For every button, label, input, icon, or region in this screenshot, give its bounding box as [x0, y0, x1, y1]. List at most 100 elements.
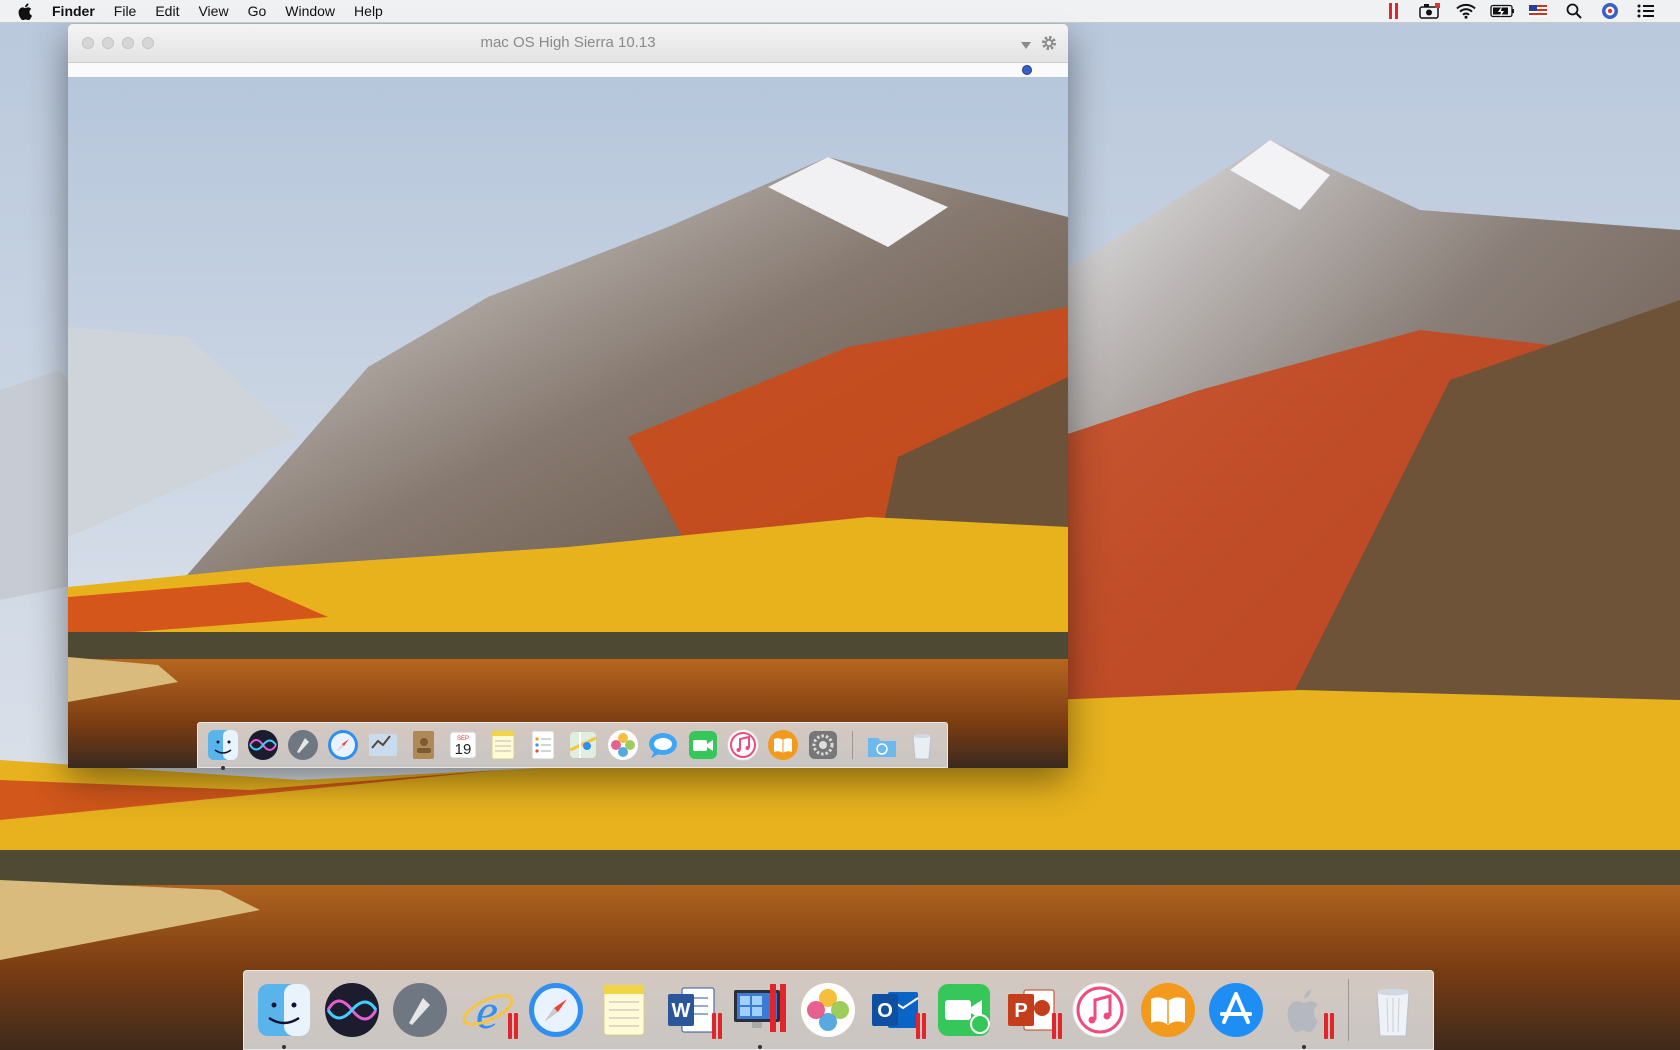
calendar-icon: SEP19	[449, 731, 477, 759]
dock-item-app-store[interactable]	[1206, 979, 1266, 1041]
photos-icon	[608, 730, 638, 760]
facetime-icon	[938, 984, 990, 1036]
parallels-icon[interactable]	[1382, 2, 1406, 20]
notes-icon	[603, 984, 645, 1036]
dock-item-parallels-desktop[interactable]	[730, 979, 790, 1049]
running-indicator	[282, 1045, 286, 1049]
dock-item-maps[interactable]	[566, 728, 600, 762]
dock-item-system-preferences[interactable]	[806, 728, 840, 762]
parallels-badge-icon	[712, 1013, 724, 1039]
itunes-icon	[727, 729, 759, 761]
chevron-down-icon[interactable]	[1020, 37, 1032, 55]
powerpoint-letter: P	[1014, 1000, 1027, 1022]
vm-status-icon[interactable]	[1022, 65, 1032, 75]
apple-menu-icon[interactable]	[18, 2, 38, 20]
menu-app-finder[interactable]: Finder	[52, 0, 95, 22]
contacts-icon	[413, 731, 434, 759]
dock-item-powerpoint[interactable]: P	[1002, 979, 1062, 1041]
dock-item-internet-explorer[interactable]: e	[458, 979, 518, 1041]
dock-item-apple-boot-camp[interactable]	[1274, 979, 1336, 1049]
photos-icon	[801, 983, 855, 1037]
menu-bar: Finder File Edit View Go Window Help	[0, 0, 1680, 23]
dock-item-launchpad[interactable]	[286, 728, 320, 762]
us-flag-icon[interactable]	[1526, 2, 1550, 20]
itunes-icon	[1072, 982, 1128, 1038]
vm-dock: SEP 19	[197, 722, 948, 770]
gear-icon[interactable]	[1040, 34, 1058, 57]
dock-item-notes[interactable]	[486, 728, 520, 762]
dock-separator	[852, 731, 853, 759]
facetime-icon	[689, 731, 717, 759]
dock-item-safari[interactable]	[526, 979, 586, 1041]
dock-item-facetime[interactable]	[934, 979, 994, 1041]
dock-item-finder[interactable]	[254, 979, 314, 1049]
dock-item-messages[interactable]	[646, 728, 680, 762]
vm-window-titlebar[interactable]: mac OS High Sierra 10.13	[68, 24, 1068, 63]
app-store-icon	[1209, 983, 1263, 1037]
dock-item-launchpad[interactable]	[390, 979, 450, 1041]
running-indicator	[1302, 1045, 1306, 1049]
dock-item-word[interactable]: W	[662, 979, 722, 1041]
dock-item-outlook[interactable]: O	[866, 979, 926, 1041]
host-dock: e W O P	[243, 970, 1434, 1050]
ibooks-icon	[1141, 983, 1195, 1037]
dock-item-facetime[interactable]	[686, 728, 720, 762]
dock-item-ibooks[interactable]	[766, 728, 800, 762]
camera-icon[interactable]	[1418, 2, 1442, 20]
menu-view[interactable]: View	[198, 0, 228, 22]
launchpad-icon	[288, 730, 318, 760]
dock-item-ibooks[interactable]	[1138, 979, 1198, 1041]
dock-item-notes[interactable]	[594, 979, 654, 1041]
siri-icon	[325, 983, 379, 1037]
dock-item-trash[interactable]	[1363, 979, 1423, 1041]
dock-item-mail[interactable]	[366, 728, 400, 762]
word-letter: W	[672, 1000, 691, 1022]
messages-icon	[649, 733, 677, 758]
dock-item-calendar[interactable]: SEP 19	[446, 728, 480, 762]
dock-item-reminders[interactable]	[526, 728, 560, 762]
parallels-badge-icon	[916, 1013, 928, 1039]
menu-file[interactable]: File	[114, 0, 137, 22]
user-icon[interactable]	[1598, 2, 1622, 20]
notes-icon	[491, 730, 515, 760]
notification-center-icon[interactable]	[1634, 2, 1658, 20]
dock-separator	[1348, 979, 1349, 1041]
dock-item-downloads[interactable]	[865, 728, 899, 762]
system-preferences-icon	[809, 731, 837, 759]
dock-item-itunes[interactable]	[726, 728, 760, 762]
dock-item-contacts[interactable]	[406, 728, 440, 762]
battery-icon[interactable]	[1490, 2, 1514, 20]
reminders-icon	[531, 730, 555, 760]
dock-item-finder[interactable]	[206, 728, 240, 770]
vm-window: mac OS High Sierra 10.13	[68, 24, 1068, 768]
outlook-letter: O	[877, 1000, 893, 1022]
menu-window[interactable]: Window	[285, 0, 335, 22]
vm-window-title: mac OS High Sierra 10.13	[480, 34, 656, 51]
ibooks-icon	[768, 730, 798, 760]
maps-icon	[569, 732, 597, 758]
menu-edit[interactable]: Edit	[155, 0, 179, 22]
dock-item-siri[interactable]	[322, 979, 382, 1041]
dock-item-photos[interactable]	[798, 979, 858, 1041]
parallels-desktop-icon	[734, 984, 786, 1032]
mail-icon	[369, 734, 397, 756]
dock-item-siri[interactable]	[246, 728, 280, 762]
trash-icon	[1376, 988, 1410, 1037]
dock-item-photos[interactable]	[606, 728, 640, 762]
dock-item-safari[interactable]	[326, 728, 360, 762]
downloads-folder-icon	[868, 738, 896, 757]
dock-item-itunes[interactable]	[1070, 979, 1130, 1041]
vm-desktop-wallpaper	[68, 77, 1068, 768]
running-indicator	[221, 766, 225, 770]
vm-toolbar-strip	[68, 63, 1068, 78]
menu-help[interactable]: Help	[354, 0, 383, 22]
menu-go[interactable]: Go	[248, 0, 267, 22]
finder-icon	[208, 730, 238, 760]
parallels-badge-icon	[1324, 1013, 1336, 1039]
siri-icon	[248, 730, 278, 760]
wifi-icon[interactable]	[1454, 2, 1478, 20]
spotlight-icon[interactable]	[1562, 2, 1586, 20]
calendar-day-label: 19	[455, 741, 472, 758]
dock-item-trash[interactable]	[905, 728, 939, 762]
finder-icon	[258, 984, 310, 1036]
